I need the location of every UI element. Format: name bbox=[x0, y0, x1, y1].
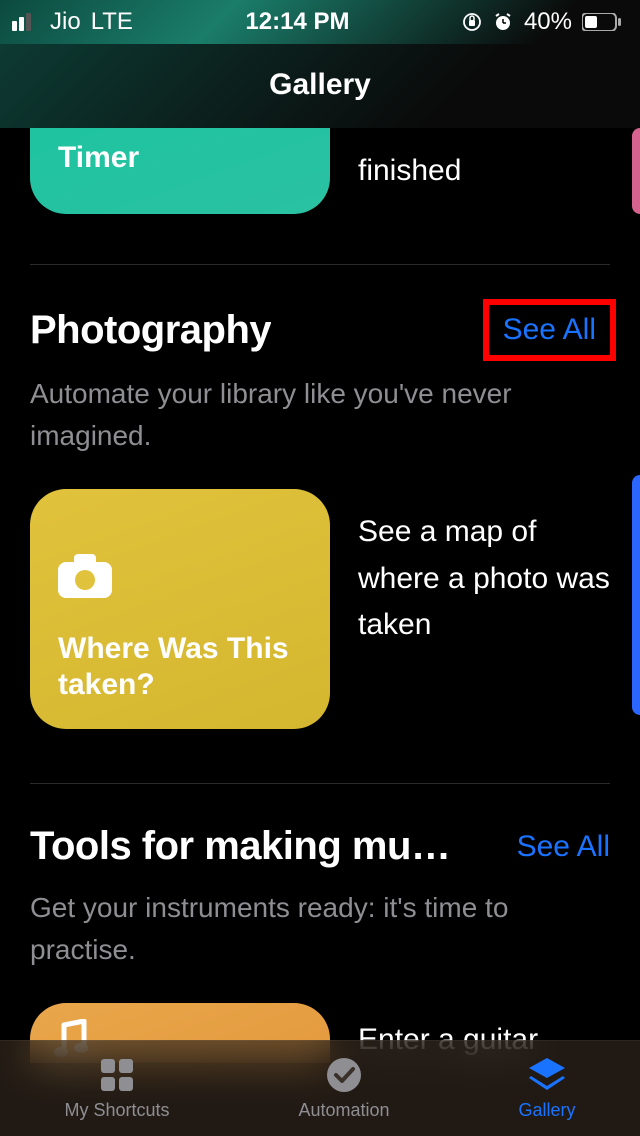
battery-pct: 40% bbox=[524, 8, 572, 36]
status-right: 40% bbox=[462, 8, 622, 36]
signal-icon bbox=[12, 13, 40, 31]
section-title-music: Tools for making mu… bbox=[30, 824, 450, 869]
page-title: Gallery bbox=[0, 44, 640, 128]
tab-automation[interactable]: Automation bbox=[298, 1056, 389, 1121]
shortcut-card-where-was-this-taken[interactable]: Where Was This taken? bbox=[30, 489, 330, 729]
tab-bar: My Shortcuts Automation Gallery bbox=[0, 1040, 640, 1136]
card-desc: See a map of where a photo was taken bbox=[358, 489, 610, 649]
section-photography: Photography See All Automate your librar… bbox=[30, 265, 610, 784]
orientation-lock-icon bbox=[462, 12, 482, 32]
status-time: 12:14 PM bbox=[245, 8, 349, 36]
tab-label: Gallery bbox=[518, 1100, 575, 1121]
card-desc: finished bbox=[358, 148, 610, 195]
layers-icon bbox=[527, 1056, 567, 1094]
shortcut-row-top: Timer finished bbox=[30, 128, 610, 265]
carrier-label: Jio bbox=[50, 8, 81, 36]
status-left: Jio LTE bbox=[12, 8, 133, 36]
section-music-tools: Tools for making mu… See All Get your in… bbox=[30, 784, 610, 1064]
network-label: LTE bbox=[91, 8, 133, 36]
camera-icon bbox=[58, 554, 302, 603]
tab-my-shortcuts[interactable]: My Shortcuts bbox=[64, 1056, 169, 1121]
peek-card-pink[interactable] bbox=[632, 128, 640, 214]
see-all-photography[interactable]: See All bbox=[489, 305, 610, 355]
card-title: Timer bbox=[58, 140, 302, 176]
card-title: Where Was This taken? bbox=[58, 631, 302, 703]
tab-gallery[interactable]: Gallery bbox=[518, 1056, 575, 1121]
peek-card-blue[interactable] bbox=[632, 475, 640, 715]
alarm-icon bbox=[492, 11, 514, 33]
see-all-music[interactable]: See All bbox=[517, 830, 610, 864]
grid-icon bbox=[97, 1056, 137, 1094]
shortcut-card-timer[interactable]: Timer bbox=[30, 128, 330, 214]
tab-label: My Shortcuts bbox=[64, 1100, 169, 1121]
battery-icon bbox=[582, 13, 622, 31]
tab-label: Automation bbox=[298, 1100, 389, 1121]
section-title-photography: Photography bbox=[30, 308, 271, 353]
section-subtitle-music: Get your instruments ready: it's time to… bbox=[30, 887, 610, 971]
shortcut-row-photography: Where Was This taken? See a map of where… bbox=[30, 489, 610, 784]
clock-check-icon bbox=[324, 1056, 364, 1094]
section-subtitle-photography: Automate your library like you've never … bbox=[30, 373, 610, 457]
status-bar: Jio LTE 12:14 PM 40% bbox=[0, 0, 640, 44]
